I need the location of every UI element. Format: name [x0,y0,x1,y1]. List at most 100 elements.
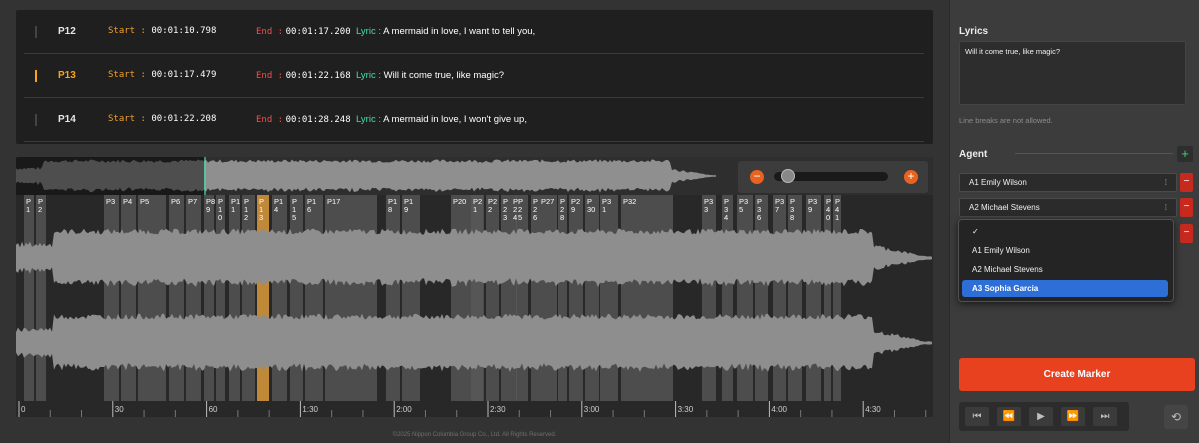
select-caret-icon: ⁞ [1164,178,1167,187]
lyrics-input[interactable]: Will it come true, like magic? [959,41,1186,105]
marker-region[interactable] [186,195,201,401]
ruler-label: 4:00 [771,405,787,414]
marker-region[interactable] [600,195,618,401]
row-end: End : 00:01:22.168 [256,71,351,81]
waveform-channel-left [16,228,932,288]
marker-region[interactable] [36,195,46,401]
zoom-in-button[interactable]: + [904,170,918,184]
marker-label: P 2 8 [560,197,566,222]
marker-label: P 1 0 [218,197,224,222]
marker-region[interactable] [325,195,377,401]
marker-region[interactable] [486,195,499,401]
marker-region[interactable] [204,195,214,401]
marker-region[interactable] [806,195,821,401]
remove-agent-button[interactable]: − [1180,173,1193,192]
marker-region[interactable] [755,195,768,401]
row-id: P13 [58,70,76,81]
agent-heading: Agent [959,149,988,160]
agent-select-2[interactable]: A2 Michael Stevens ⁞ [959,198,1177,217]
agent-select-1[interactable]: A1 Emily Wilson ⁞ [959,173,1177,192]
marker-label: P3 7 [775,197,785,214]
marker-region[interactable] [737,195,753,401]
marker-label: P20 [453,197,467,206]
marker-region[interactable] [121,195,136,401]
skip-start-icon[interactable]: ⏮ [965,407,989,426]
marker-region[interactable] [104,195,119,401]
create-marker-button[interactable]: Create Marker [959,358,1195,391]
dropdown-option[interactable]: A1 Emily Wilson [962,242,1168,259]
marker-region[interactable] [773,195,786,401]
agent-divider [1015,153,1173,154]
remove-agent-button[interactable]: − [1180,224,1193,243]
marker-label: P2 9 [571,197,581,214]
waveform-panel: − + P 1P 2 P3 P4 P5 P6 P7 P8 9P 1 0 P1 1P 1 2P … [16,157,933,417]
properties-panel: Lyrics Will it come true, like magic? Li… [949,0,1199,443]
marker-region[interactable] [169,195,184,401]
marker-region[interactable] [216,195,225,401]
add-agent-button[interactable]: + [1177,146,1193,162]
marker-label: P2 2 [488,197,498,214]
dropdown-option[interactable]: A2 Michael Stevens [962,261,1168,278]
marker-label: P3 5 [739,197,749,214]
marker-label: P27 [541,197,555,206]
dropdown-option-selected[interactable]: A3 Sophia Garcia [962,280,1168,297]
ruler-label: 3:30 [677,405,694,414]
marker-region[interactable] [824,195,831,401]
skip-end-icon[interactable]: ⏭ [1093,407,1117,426]
marker-label: P 1 5 [292,197,298,222]
marker-region[interactable] [585,195,599,401]
row-start: Start : 00:01:17.479 [108,70,217,80]
loop-icon[interactable]: ⟲ [1164,405,1188,429]
lyric-list: P12 Start : 00:01:10.798 End : 00:01:17.… [16,10,933,144]
marker-region[interactable] [558,195,567,401]
lyric-marker-editor: P12 Start : 00:01:10.798 End : 00:01:17.… [0,0,1199,443]
marker-region[interactable] [471,195,484,401]
marker-label: P 3 6 [757,197,763,222]
marker-label: P 1 2 [244,197,250,222]
agent-select-value: A2 Michael Stevens [969,203,1040,212]
marker-region[interactable] [788,195,802,401]
lyric-row[interactable]: P13 Start : 00:01:17.479 End : 00:01:22.… [24,54,924,98]
marker-region[interactable] [531,195,539,401]
waveform-overview[interactable]: − + [16,157,933,195]
play-icon[interactable]: ▶ [1029,407,1053,426]
ruler-label: 60 [208,405,218,414]
marker-label: P17 [327,197,341,206]
remove-agent-button[interactable]: − [1180,198,1193,217]
marker-region[interactable] [702,195,716,401]
marker-region[interactable] [386,195,400,401]
rewind-icon[interactable]: ⏪ [997,407,1021,426]
marker-label: P1 8 [388,197,398,214]
marker-region[interactable] [305,195,323,401]
marker-label: P3 1 [602,197,612,214]
row-id: P14 [58,114,76,125]
lyric-row[interactable]: P14 Start : 00:01:22.208 End : 00:01:28.… [24,98,924,142]
marker-label: P2 1 [473,197,483,214]
marker-region[interactable] [402,195,420,401]
zoom-slider-thumb[interactable] [781,169,795,183]
marker-region[interactable] [621,195,673,401]
marker-label: P 4 1 [835,197,841,222]
marker-label: P 2 [38,197,44,214]
marker-label: P 2 5 [518,197,524,222]
marker-label: P 30 [587,197,596,214]
ruler-label: 4:30 [865,405,881,414]
marker-region[interactable] [138,195,166,401]
waveform-main[interactable]: P 1 P 2 P3 P4 P5 P6 P7 P8 9P 1 0 P1 1P 1 2 P 1 3 P… [16,195,933,417]
row-lyric: Lyric : Will it come true, like magic? [356,70,504,81]
row-indicator [35,114,37,126]
row-start: Start : 00:01:10.798 [108,26,217,36]
lyric-row[interactable]: P12 Start : 00:01:10.798 End : 00:01:17.… [24,10,924,54]
marker-region[interactable] [290,195,303,401]
marker-label: P3 3 [704,197,714,214]
fast-forward-icon[interactable]: ⏩ [1061,407,1085,426]
zoom-out-button[interactable]: − [750,170,764,184]
marker-region[interactable] [516,195,528,401]
marker-label: P1 1 [231,197,241,214]
agent-dropdown-menu: ✓ A1 Emily Wilson A2 Michael Stevens A3 … [958,219,1174,302]
marker-label: P 1 3 [259,197,265,222]
marker-region[interactable] [257,195,269,401]
marker-region[interactable] [569,195,583,401]
marker-region[interactable] [24,195,34,401]
lyrics-heading: Lyrics [959,26,989,37]
